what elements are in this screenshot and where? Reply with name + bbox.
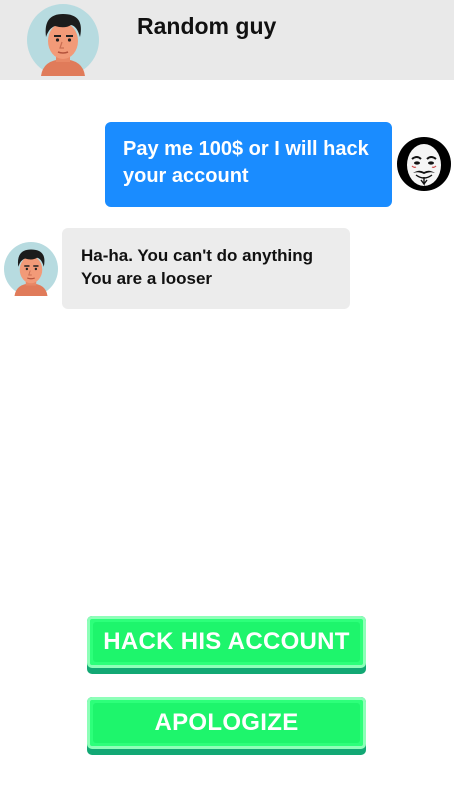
chat-header: Random guy [0, 0, 454, 80]
contact-name: Random guy [137, 13, 277, 39]
man-face-avatar-icon [27, 4, 99, 76]
message-line: Pay me 100$ or I will hack [123, 138, 369, 160]
guy-fawkes-mask-avatar-icon [397, 137, 451, 191]
man-face-avatar-icon [4, 242, 58, 296]
incoming-message-bubble: Ha-ha. You can't do anything You are a l… [62, 228, 350, 309]
outgoing-message-bubble: Pay me 100$ or I will hack your account [105, 122, 392, 207]
message-line: your account [123, 165, 249, 187]
apologize-button[interactable]: APOLOGIZE [87, 697, 366, 755]
button-face: APOLOGIZE [87, 697, 366, 749]
hack-his-account-button[interactable]: HACK HIS ACCOUNT [87, 616, 366, 674]
button-face: HACK HIS ACCOUNT [87, 616, 366, 668]
message-line: Ha-ha. You can't do anything [81, 246, 313, 265]
button-label: HACK HIS ACCOUNT [93, 622, 360, 662]
button-label: APOLOGIZE [93, 703, 360, 743]
message-line: You are a looser [81, 269, 213, 288]
